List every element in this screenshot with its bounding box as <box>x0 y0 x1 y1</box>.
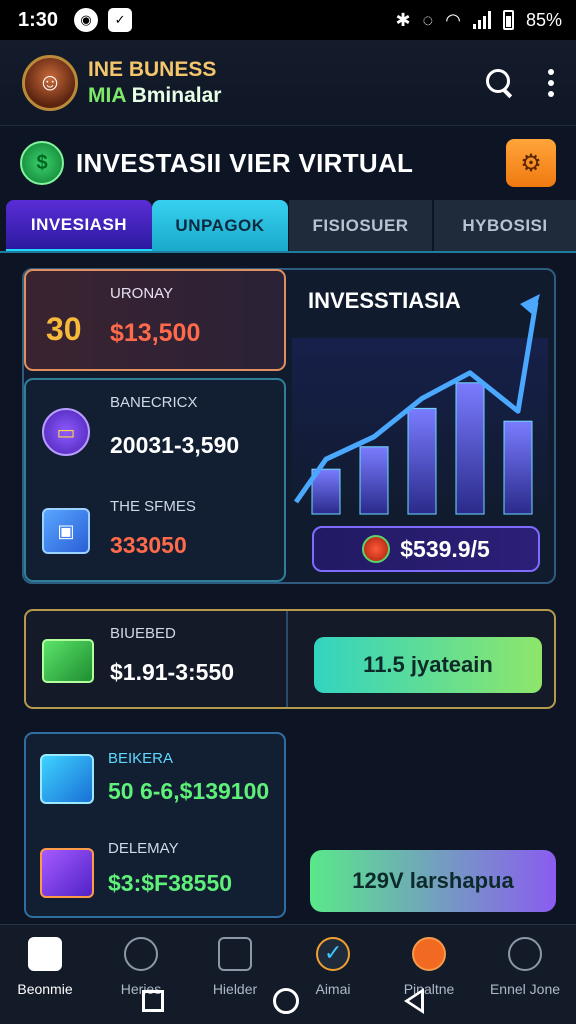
tab-hybosisi[interactable]: HYBOSISI <box>432 200 576 252</box>
brand-line-2: MIA Bminalar <box>88 83 221 109</box>
chart-bar <box>503 420 533 515</box>
investment-chart[interactable]: INVESSTIASIA $539.9/5 <box>288 270 554 582</box>
system-navigation <box>0 976 576 1024</box>
battery-text: 85% <box>525 9 562 30</box>
card-uronay-label: URONAY <box>110 285 174 302</box>
cash-stack-icon <box>42 639 94 683</box>
chart-bar <box>359 446 389 515</box>
card-beikera-value: 50 6-6,$139100 <box>108 778 270 804</box>
tab-underline <box>0 251 576 253</box>
investment-badge-icon: $ <box>20 141 64 185</box>
notification-icon: ◉ <box>74 8 99 32</box>
card-biuebed-value: $1.91-3:550 <box>110 659 235 685</box>
check-circle-icon <box>316 937 350 971</box>
clock-icon <box>508 937 542 971</box>
chart-bar <box>455 382 485 515</box>
purple-box-icon <box>40 848 94 898</box>
page-title-row: $ INVESTASII VIER VIRTUAL ⚙ <box>20 138 556 188</box>
card-biuebed[interactable]: BIUEBED $1.91-3:550 11.5 jyateain <box>24 609 556 709</box>
cash-box-icon: ▣ <box>42 508 90 554</box>
more-options-icon[interactable] <box>548 68 554 97</box>
card-delemay-value: $3:$F38550 <box>108 870 233 896</box>
home-icon <box>28 937 62 971</box>
chart-value-pill[interactable]: $539.9/5 <box>312 526 540 572</box>
search-icon[interactable] <box>486 68 514 97</box>
brand-name: INE BUNESS MIA Bminalar <box>88 57 221 109</box>
battery-icon <box>502 10 514 30</box>
app-notification-icon: ✓ <box>108 8 133 32</box>
page-title: INVESTASII VIER VIRTUAL <box>76 147 414 178</box>
brand-line-2-accent: MIA <box>88 83 126 107</box>
chart-bar <box>407 407 437 515</box>
card-beikera-group[interactable]: BEIKERA 50 6-6,$139100 DELEMAY $3:$F3855… <box>24 732 286 918</box>
card-banecricx-value: 20031-3,590 <box>110 432 240 458</box>
wifi-icon: ◠ <box>445 9 461 30</box>
card-banecricx-group[interactable]: ▭ BANECRICX 20031-3,590 ▣ THE SFMES 3330… <box>24 378 286 582</box>
chart-title: INVESSTIASIA <box>308 288 461 313</box>
chart-trend-arrow-icon <box>520 294 540 316</box>
card-the-sfmes-label: THE SFMES <box>110 498 196 515</box>
back-icon[interactable] <box>404 988 424 1014</box>
location-icon <box>124 937 158 971</box>
settings-action-button[interactable]: ⚙ <box>506 139 556 187</box>
card-uronay[interactable]: 30 URONAY $13,500 <box>24 269 286 371</box>
app-bar-actions <box>486 68 554 97</box>
card-banecricx-label: BANECRICX <box>110 394 198 411</box>
coin-icon <box>362 535 391 563</box>
alarm-icon: ◌ <box>422 9 434 30</box>
card-biuebed-label: BIUEBED <box>110 625 176 642</box>
secondary-action-button[interactable]: 129V larshapua <box>310 850 556 912</box>
tab-fisiosuer[interactable]: FISIOSUER <box>288 200 432 252</box>
card-divider <box>286 611 288 707</box>
tab-bar: INVESIASH UNPAGOK FISIOSUER HYBOSISI <box>0 200 576 252</box>
status-right: ✱ ◌ ◠ 85% <box>395 10 562 31</box>
wallet-icon <box>412 937 446 971</box>
brand-line-1: INE BUNESS <box>88 57 217 81</box>
app-bar: ☺ INE BUNESS MIA Bminalar <box>0 40 576 126</box>
building-icon <box>218 937 252 971</box>
recents-icon[interactable] <box>142 990 164 1012</box>
card-the-sfmes-value: 333050 <box>110 532 187 558</box>
tab-invesiash[interactable]: INVESIASH <box>6 200 152 252</box>
brand-line-2-text: Bminalar <box>131 83 222 107</box>
status-bar: 1:30 ◉ ✓ ✱ ◌ ◠ 85% <box>0 0 576 40</box>
card-delemay-label: DELEMAY <box>108 840 179 857</box>
blue-stack-icon <box>40 754 94 804</box>
card-uronay-value: $13,500 <box>110 319 201 347</box>
home-circle-icon[interactable] <box>273 988 299 1014</box>
card-uronay-number: 30 <box>46 311 82 347</box>
chart-value-text: $539.9/5 <box>400 535 490 562</box>
brand-logo-icon[interactable]: ☺ <box>22 54 78 111</box>
signal-icon <box>472 11 491 29</box>
bluetooth-icon: ✱ <box>395 9 411 30</box>
card-beikera-label: BEIKERA <box>108 750 174 767</box>
status-time: 1:30 <box>18 8 59 31</box>
primary-action-button[interactable]: 11.5 jyateain <box>314 637 542 693</box>
tab-unpagok[interactable]: UNPAGOK <box>152 200 288 252</box>
chat-coin-icon: ▭ <box>42 408 90 456</box>
